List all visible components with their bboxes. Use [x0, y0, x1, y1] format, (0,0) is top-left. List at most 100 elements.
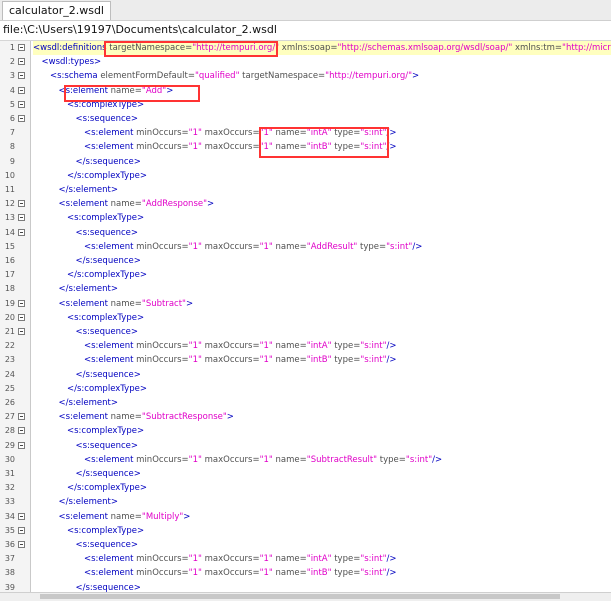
code-line: 28 <s:complexType>	[0, 424, 611, 438]
token-val: "1"	[259, 355, 273, 366]
fold-toggle-icon[interactable]	[18, 72, 25, 80]
token-tag: />	[412, 241, 423, 252]
token-tag: <s:element	[58, 511, 108, 522]
token-tag: />	[386, 341, 397, 352]
code-text: </s:complexType>	[67, 268, 147, 282]
line-number: 32	[4, 483, 15, 493]
fold-toggle-icon[interactable]	[18, 328, 25, 335]
token-val: "http://tempuri.org/"	[325, 71, 413, 82]
line-number: 16	[4, 256, 15, 265]
token-val: "s:int"	[360, 554, 387, 565]
token-attr: minOccurs=	[133, 128, 189, 139]
token-tag: <s:element	[84, 568, 134, 579]
code-line: 36 <s:sequence>	[0, 538, 611, 552]
token-tag: <s:element	[84, 554, 134, 565]
fold-toggle-icon[interactable]	[18, 413, 25, 421]
code-line: 35 <s:complexType>	[0, 524, 611, 538]
fold-toggle-icon[interactable]	[18, 441, 25, 449]
code-text: </s:complexType>	[67, 169, 147, 183]
fold-toggle-icon[interactable]	[18, 200, 25, 208]
token-val: "AddResponse"	[141, 199, 208, 210]
token-val: "AddResult"	[306, 241, 358, 252]
code-text: </s:sequence>	[76, 155, 141, 169]
code-text: <s:element minOccurs="1" maxOccurs="1" n…	[84, 552, 397, 566]
file-path: file:\C:\Users\19197\Documents\calculato…	[3, 23, 277, 36]
code-text: </s:sequence>	[76, 467, 141, 481]
token-tag: <s:complexType>	[67, 426, 145, 437]
fold-toggle-icon[interactable]	[18, 115, 25, 122]
token-val: "1"	[259, 341, 273, 352]
token-attr: maxOccurs=	[201, 568, 260, 579]
code-line: 17 </s:complexType>	[0, 268, 611, 282]
fold-toggle-icon[interactable]	[18, 214, 25, 222]
code-text: </s:complexType>	[67, 382, 147, 396]
line-number: 28	[4, 426, 15, 436]
token-tag: <s:sequence>	[75, 327, 139, 337]
line-number: 26	[4, 398, 15, 407]
line-number: 24	[4, 369, 15, 379]
token-tag: >	[185, 298, 194, 309]
token-tag: <s:complexType>	[67, 213, 145, 224]
line-number: 30	[4, 454, 15, 464]
token-val: "1"	[188, 128, 202, 139]
token-attr: targetNamespace=	[239, 71, 326, 82]
code-line: 3 <s:schema elementFormDefault="qualified…	[0, 69, 611, 83]
code-text: <s:element minOccurs="1" maxOccurs="1" n…	[84, 353, 397, 367]
token-val: "1"	[188, 355, 202, 366]
token-attr: minOccurs=	[133, 241, 189, 252]
code-text: <s:element minOccurs="1" maxOccurs="1" n…	[84, 240, 422, 254]
code-line: 13 <s:complexType>	[0, 211, 611, 225]
token-val: "1"	[188, 341, 202, 352]
token-tag: >	[412, 71, 420, 82]
code-text: <s:sequence>	[76, 226, 139, 240]
token-tag: </s:sequence>	[75, 469, 141, 479]
line-number: 2	[9, 57, 15, 67]
token-tag: </s:sequence>	[75, 156, 141, 167]
code-text: </s:element>	[59, 495, 118, 509]
token-val: "intB"	[306, 355, 332, 366]
code-line: 20 <s:complexType>	[0, 311, 611, 325]
code-line: 29 <s:sequence>	[0, 439, 611, 453]
token-attr: maxOccurs=	[201, 341, 260, 352]
code-line: 34 <s:element name="Multiply">	[0, 510, 611, 524]
token-val: "s:int"	[360, 355, 387, 366]
code-text: <s:element name="AddResponse">	[59, 197, 215, 211]
fold-toggle-icon[interactable]	[18, 512, 25, 520]
token-val: "1"	[259, 454, 273, 465]
token-tag: >	[207, 199, 215, 210]
line-number: 1	[9, 43, 15, 52]
fold-toggle-icon[interactable]	[18, 427, 25, 435]
token-val: "1"	[188, 568, 202, 579]
code-text: <s:complexType>	[67, 211, 144, 225]
token-val: "SubtractResult"	[306, 454, 378, 465]
token-val: "http://schemas.xmlsoap.org/wsdl/soap/"	[337, 43, 513, 53]
fold-toggle-icon[interactable]	[18, 44, 25, 51]
token-attr: name=	[107, 412, 142, 423]
token-val: "SubtractResponse"	[141, 412, 227, 423]
token-val: "s:int"	[360, 568, 387, 579]
token-attr: type=	[377, 454, 406, 465]
fold-toggle-icon[interactable]	[18, 100, 25, 108]
line-number: 10	[4, 170, 15, 180]
fold-toggle-icon[interactable]	[18, 58, 25, 66]
code-text: <s:element minOccurs="1" maxOccurs="1" n…	[84, 453, 442, 467]
fold-toggle-icon[interactable]	[18, 299, 25, 307]
token-attr: name=	[107, 511, 142, 522]
tab-calculator-wsdl[interactable]: calculator_2.wsdl	[2, 1, 111, 20]
code-text: <s:sequence>	[76, 439, 139, 453]
code-text: </s:complexType>	[67, 481, 147, 495]
fold-toggle-icon[interactable]	[18, 313, 25, 321]
code-line: 21 <s:sequence>	[0, 325, 611, 339]
token-tag: </s:complexType>	[67, 270, 147, 281]
line-number: 21	[4, 327, 15, 336]
code-line: 6 <s:sequence>	[0, 112, 611, 126]
token-attr: minOccurs=	[133, 568, 189, 579]
fold-toggle-icon[interactable]	[18, 541, 25, 548]
fold-toggle-icon[interactable]	[18, 228, 25, 236]
code-text: <s:element name="Subtract">	[59, 297, 194, 311]
fold-toggle-icon[interactable]	[18, 86, 25, 94]
fold-toggle-icon[interactable]	[18, 526, 25, 534]
code-editor[interactable]: 1 <wsdl:definitions targetNamespace="http…	[0, 40, 611, 599]
token-attr: name=	[107, 199, 142, 210]
scrollbar-thumb[interactable]	[40, 594, 560, 599]
